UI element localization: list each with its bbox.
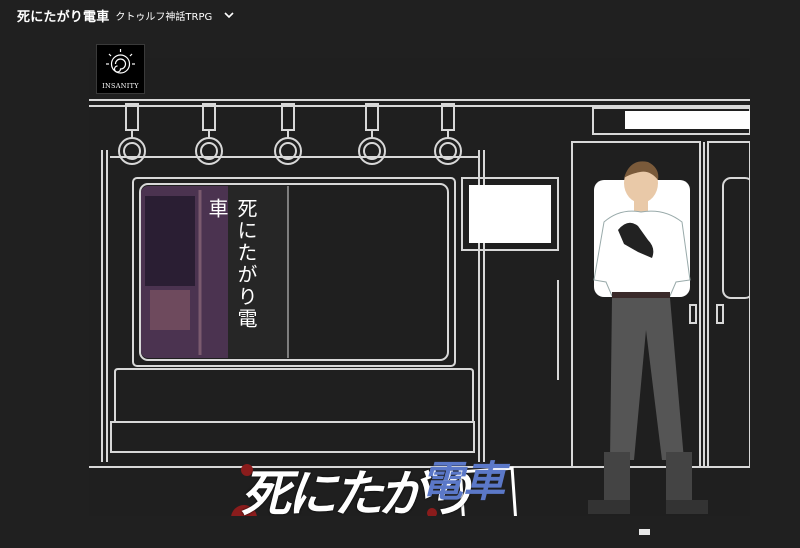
page-subtitle: クトゥルフ神話TRPG <box>115 12 213 23</box>
hand-strap <box>434 103 462 165</box>
logo-accent-text: 電車 <box>421 457 506 506</box>
insanity-badge: INSANITY <box>96 44 145 94</box>
top-bar: 死にたがり電車 クトゥルフ神話TRPG <box>0 0 800 30</box>
badge-label: INSANITY <box>102 82 139 90</box>
page-title: 死にたがり電車 <box>17 9 110 25</box>
door-sign <box>625 111 750 129</box>
poster-title: 死にたがり電車 <box>205 198 258 330</box>
game-scene[interactable]: 死にたがり電車 死にたがり 電車 <box>89 58 750 516</box>
game-logo: 死にたがり 電車 <box>236 448 526 516</box>
watermark-mark <box>639 529 650 535</box>
hand-strap <box>195 103 223 165</box>
hand-strap <box>358 103 386 165</box>
spiral-icon <box>106 49 135 74</box>
hand-strap <box>274 103 302 165</box>
window-sign <box>469 185 551 243</box>
hand-strap <box>118 103 146 165</box>
chevron-down-icon[interactable] <box>222 8 236 22</box>
